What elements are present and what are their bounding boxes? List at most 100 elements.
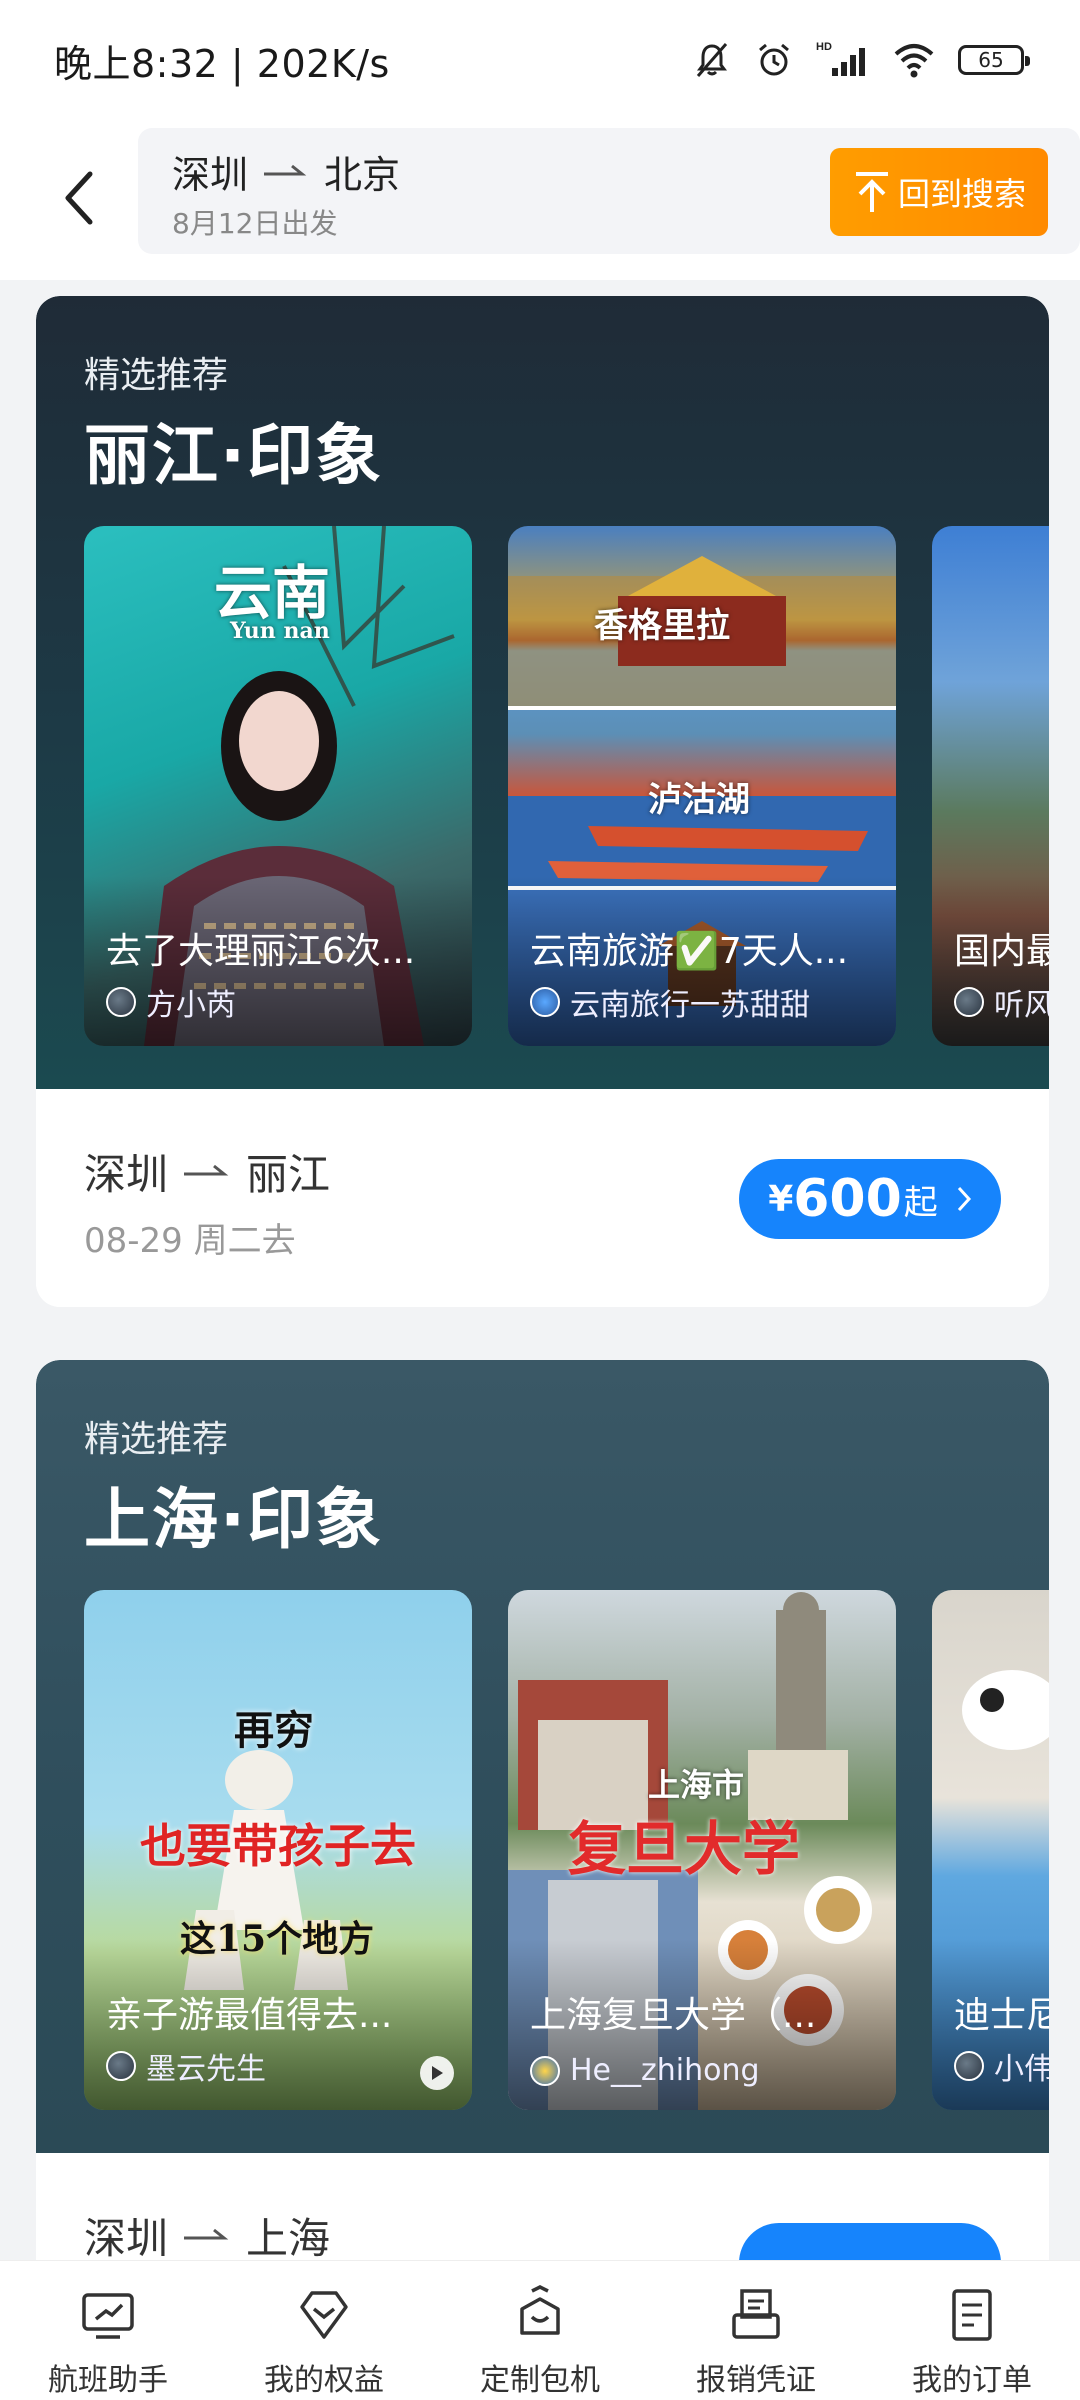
status-bar: 晚上8:32 | 202K/s HD 65 — [0, 0, 1080, 120]
price-button[interactable]: ¥ 600 起 — [739, 1159, 1001, 1239]
bottom-nav: 航班助手 我的权益 定制包机 报销凭证 我的订单 — [0, 2260, 1080, 2400]
thumb-overlay-text: 上海市 — [648, 1766, 745, 1804]
flight-offer[interactable]: 深圳 丽江 08-29 周二去 ¥ 600 起 — [36, 1089, 1049, 1307]
route-arrow-icon — [264, 164, 307, 175]
note-thumb[interactable]: 再穷 也要带孩子去 这15个地方 亲子游最值得去... 墨云先生 — [84, 1590, 472, 2110]
thumb-overlay-text: 再穷 — [234, 1707, 314, 1754]
route-title: 深圳 北京 — [172, 144, 400, 199]
avatar — [954, 2051, 984, 2081]
flight-assistant-icon — [82, 2293, 134, 2339]
author-name: He__zhihong — [570, 2053, 760, 2088]
hd-signal-icon: HD — [816, 41, 865, 76]
charter-icon — [520, 2285, 560, 2335]
author-name: 听风 — [994, 988, 1049, 1023]
wifi-icon — [894, 44, 934, 78]
alarm-icon — [759, 43, 789, 76]
note-thumb[interactable]: 上海市 复旦大学 上海复旦大学（... He__zhihong — [508, 1590, 896, 2110]
chevron-right-icon — [957, 1186, 971, 1212]
card-kicker: 精选推荐 — [84, 355, 229, 396]
thumb-author: 云南旅行一苏甜甜 — [530, 980, 810, 1024]
author-name: 方小芮 — [146, 988, 236, 1023]
mute-bell-icon — [696, 43, 728, 77]
thumb-carousel[interactable]: 再穷 也要带孩子去 这15个地方 亲子游最值得去... 墨云先生 上海市 复旦大… — [84, 1590, 1049, 2110]
offer-origin: 深圳 — [84, 2214, 169, 2260]
thumb-overlay-text: 泸沽湖 — [648, 780, 750, 820]
thumb-author: He__zhihong — [530, 2053, 760, 2088]
back-to-top-icon — [855, 172, 888, 212]
offer-date: 08-29 周二去 — [84, 1221, 296, 1261]
thumb-title: 迪士尼 — [954, 1995, 1049, 2036]
origin-city: 深圳 — [172, 153, 249, 197]
recommendation-card: 精选推荐 丽江·印象 云南 Yun nan 去了大理丽江6次... 方小芮 香格… — [36, 296, 1049, 1307]
back-button[interactable] — [50, 158, 110, 238]
thumb-overlay-text: 香格里拉 — [594, 606, 730, 646]
nav-label: 航班助手 — [48, 2363, 168, 2398]
battery-level: 65 — [978, 48, 1004, 72]
play-triangle-icon — [432, 2066, 443, 2080]
price-currency: ¥ — [768, 1178, 794, 1220]
back-to-search-button[interactable]: 回到搜索 — [830, 148, 1048, 236]
flight-offer[interactable]: 深圳 上海 — [36, 2153, 1049, 2260]
note-thumb[interactable]: 香格里拉 泸沽湖 云南旅游✅7天人... 云南旅行一苏甜甜 — [508, 526, 896, 1046]
thumb-author: 听风 — [954, 980, 1049, 1024]
avatar — [106, 987, 136, 1017]
offer-destination: 丽江 — [246, 1150, 331, 1199]
nav-label: 我的订单 — [912, 2363, 1032, 2398]
avatar — [530, 2055, 560, 2086]
nav-label: 我的权益 — [264, 2363, 384, 2398]
header: 深圳 北京 8月12日出发 回到搜索 — [0, 120, 1080, 280]
nav-label: 定制包机 — [480, 2363, 600, 2398]
thumb-overlay-text: 复旦大学 — [568, 1815, 801, 1883]
price-button[interactable] — [739, 2223, 1001, 2260]
note-thumb[interactable]: 迪士尼 小伟 — [932, 1590, 1049, 2110]
avatar — [954, 987, 984, 1017]
price-suffix: 起 — [903, 1182, 938, 1223]
thumb-author: 墨云先生 — [106, 2044, 266, 2088]
author-name: 小伟 — [994, 2052, 1049, 2087]
svg-text:HD: HD — [816, 41, 832, 53]
status-icons: HD 65 — [692, 40, 1030, 80]
thumb-title: 云南旅游✅7天人... — [530, 931, 849, 972]
nav-item-flight-assistant[interactable]: 航班助手 — [18, 2283, 198, 2399]
avatar — [106, 2051, 136, 2081]
author-name: 云南旅行一苏甜甜 — [570, 988, 810, 1023]
thumb-overlay-text: 也要带孩子去 — [140, 1819, 416, 1873]
chevron-left-icon — [65, 171, 93, 225]
note-thumb[interactable]: 国内最 听风 — [932, 526, 1049, 1046]
note-thumb[interactable]: 云南 Yun nan 去了大理丽江6次... 方小芮 — [84, 526, 472, 1046]
card-title: 丽江·印象 — [84, 417, 384, 494]
thumb-title: 亲子游最值得去... — [106, 1995, 393, 2036]
offer-route: 深圳 上海 — [84, 2205, 330, 2260]
price-amount: 600 — [793, 1169, 902, 1229]
card-title: 上海·印象 — [84, 1481, 384, 1558]
author-name: 墨云先生 — [146, 2052, 266, 2087]
thumb-author: 小伟 — [954, 2044, 1049, 2088]
route-arrow-icon — [184, 1164, 229, 1175]
recommendation-card: 精选推荐 上海·印象 再穷 也要带孩子去 这15个地方 亲子游最值得去... 墨… — [36, 1360, 1049, 2260]
offer-origin: 深圳 — [84, 1150, 169, 1199]
avatar — [530, 987, 560, 1017]
thumb-carousel[interactable]: 云南 Yun nan 去了大理丽江6次... 方小芮 香格里拉 泸沽湖 云南旅游… — [84, 526, 1049, 1046]
orders-icon — [952, 2289, 992, 2341]
card-hero: 精选推荐 丽江·印象 云南 Yun nan 去了大理丽江6次... 方小芮 香格… — [36, 296, 1049, 1089]
nav-item-orders[interactable]: 我的订单 — [882, 2283, 1062, 2399]
card-hero: 精选推荐 上海·印象 再穷 也要带孩子去 这15个地方 亲子游最值得去... 墨… — [36, 1360, 1049, 2153]
nav-item-receipts[interactable]: 报销凭证 — [666, 2283, 846, 2399]
thumb-overlay-sub: Yun nan — [230, 618, 330, 644]
content-scroll[interactable]: 精选推荐 丽江·印象 云南 Yun nan 去了大理丽江6次... 方小芮 香格… — [0, 280, 1080, 2260]
receipt-printer-icon — [732, 2289, 780, 2339]
back-to-search-label: 回到搜索 — [897, 175, 1026, 213]
offer-route: 深圳 丽江 — [84, 1141, 330, 1202]
benefits-diamond-icon — [300, 2291, 348, 2339]
thumb-title: 国内最 — [954, 931, 1049, 972]
thumb-title: 上海复旦大学（... — [530, 1995, 817, 2036]
thumb-author: 方小芮 — [106, 980, 236, 1024]
nav-item-benefits[interactable]: 我的权益 — [234, 2283, 414, 2399]
play-icon — [420, 2056, 454, 2090]
destination-city: 北京 — [324, 153, 401, 197]
search-summary[interactable]: 深圳 北京 8月12日出发 回到搜索 — [138, 128, 1080, 254]
nav-item-charter[interactable]: 定制包机 — [450, 2283, 630, 2399]
thumb-title: 去了大理丽江6次... — [106, 931, 416, 972]
offer-destination: 上海 — [246, 2214, 331, 2260]
departure-date: 8月12日出发 — [172, 207, 338, 240]
